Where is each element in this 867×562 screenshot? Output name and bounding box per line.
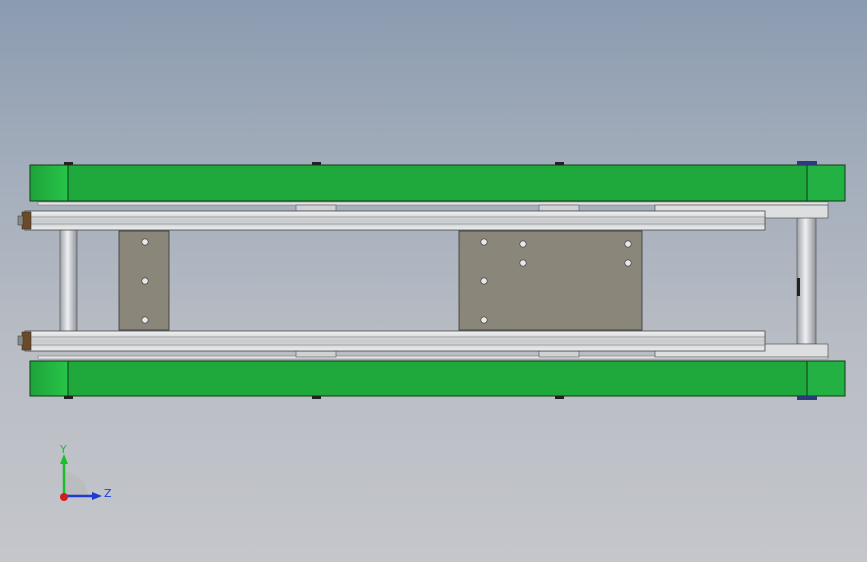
bottom-belt[interactable]	[29, 360, 846, 400]
top-guide-rail[interactable]	[17, 210, 766, 231]
right-mounting-plate[interactable]	[458, 230, 643, 331]
view-orientation-triad[interactable]: Y Z	[50, 440, 120, 510]
y-axis-label: Y	[59, 443, 67, 456]
triad-quadrant	[64, 472, 88, 496]
conveyor-assembly-model[interactable]	[0, 0, 867, 562]
z-axis-label: Z	[104, 487, 112, 500]
left-mounting-plate[interactable]	[118, 230, 170, 331]
z-axis-arrowhead	[92, 492, 102, 500]
x-axis-dot	[60, 493, 68, 501]
right-roller[interactable]	[796, 215, 817, 345]
left-roller[interactable]	[59, 225, 78, 335]
graphics-viewport[interactable]: Y Z	[0, 0, 867, 562]
bottom-guide-rail[interactable]	[17, 330, 766, 352]
top-belt[interactable]	[29, 161, 846, 202]
